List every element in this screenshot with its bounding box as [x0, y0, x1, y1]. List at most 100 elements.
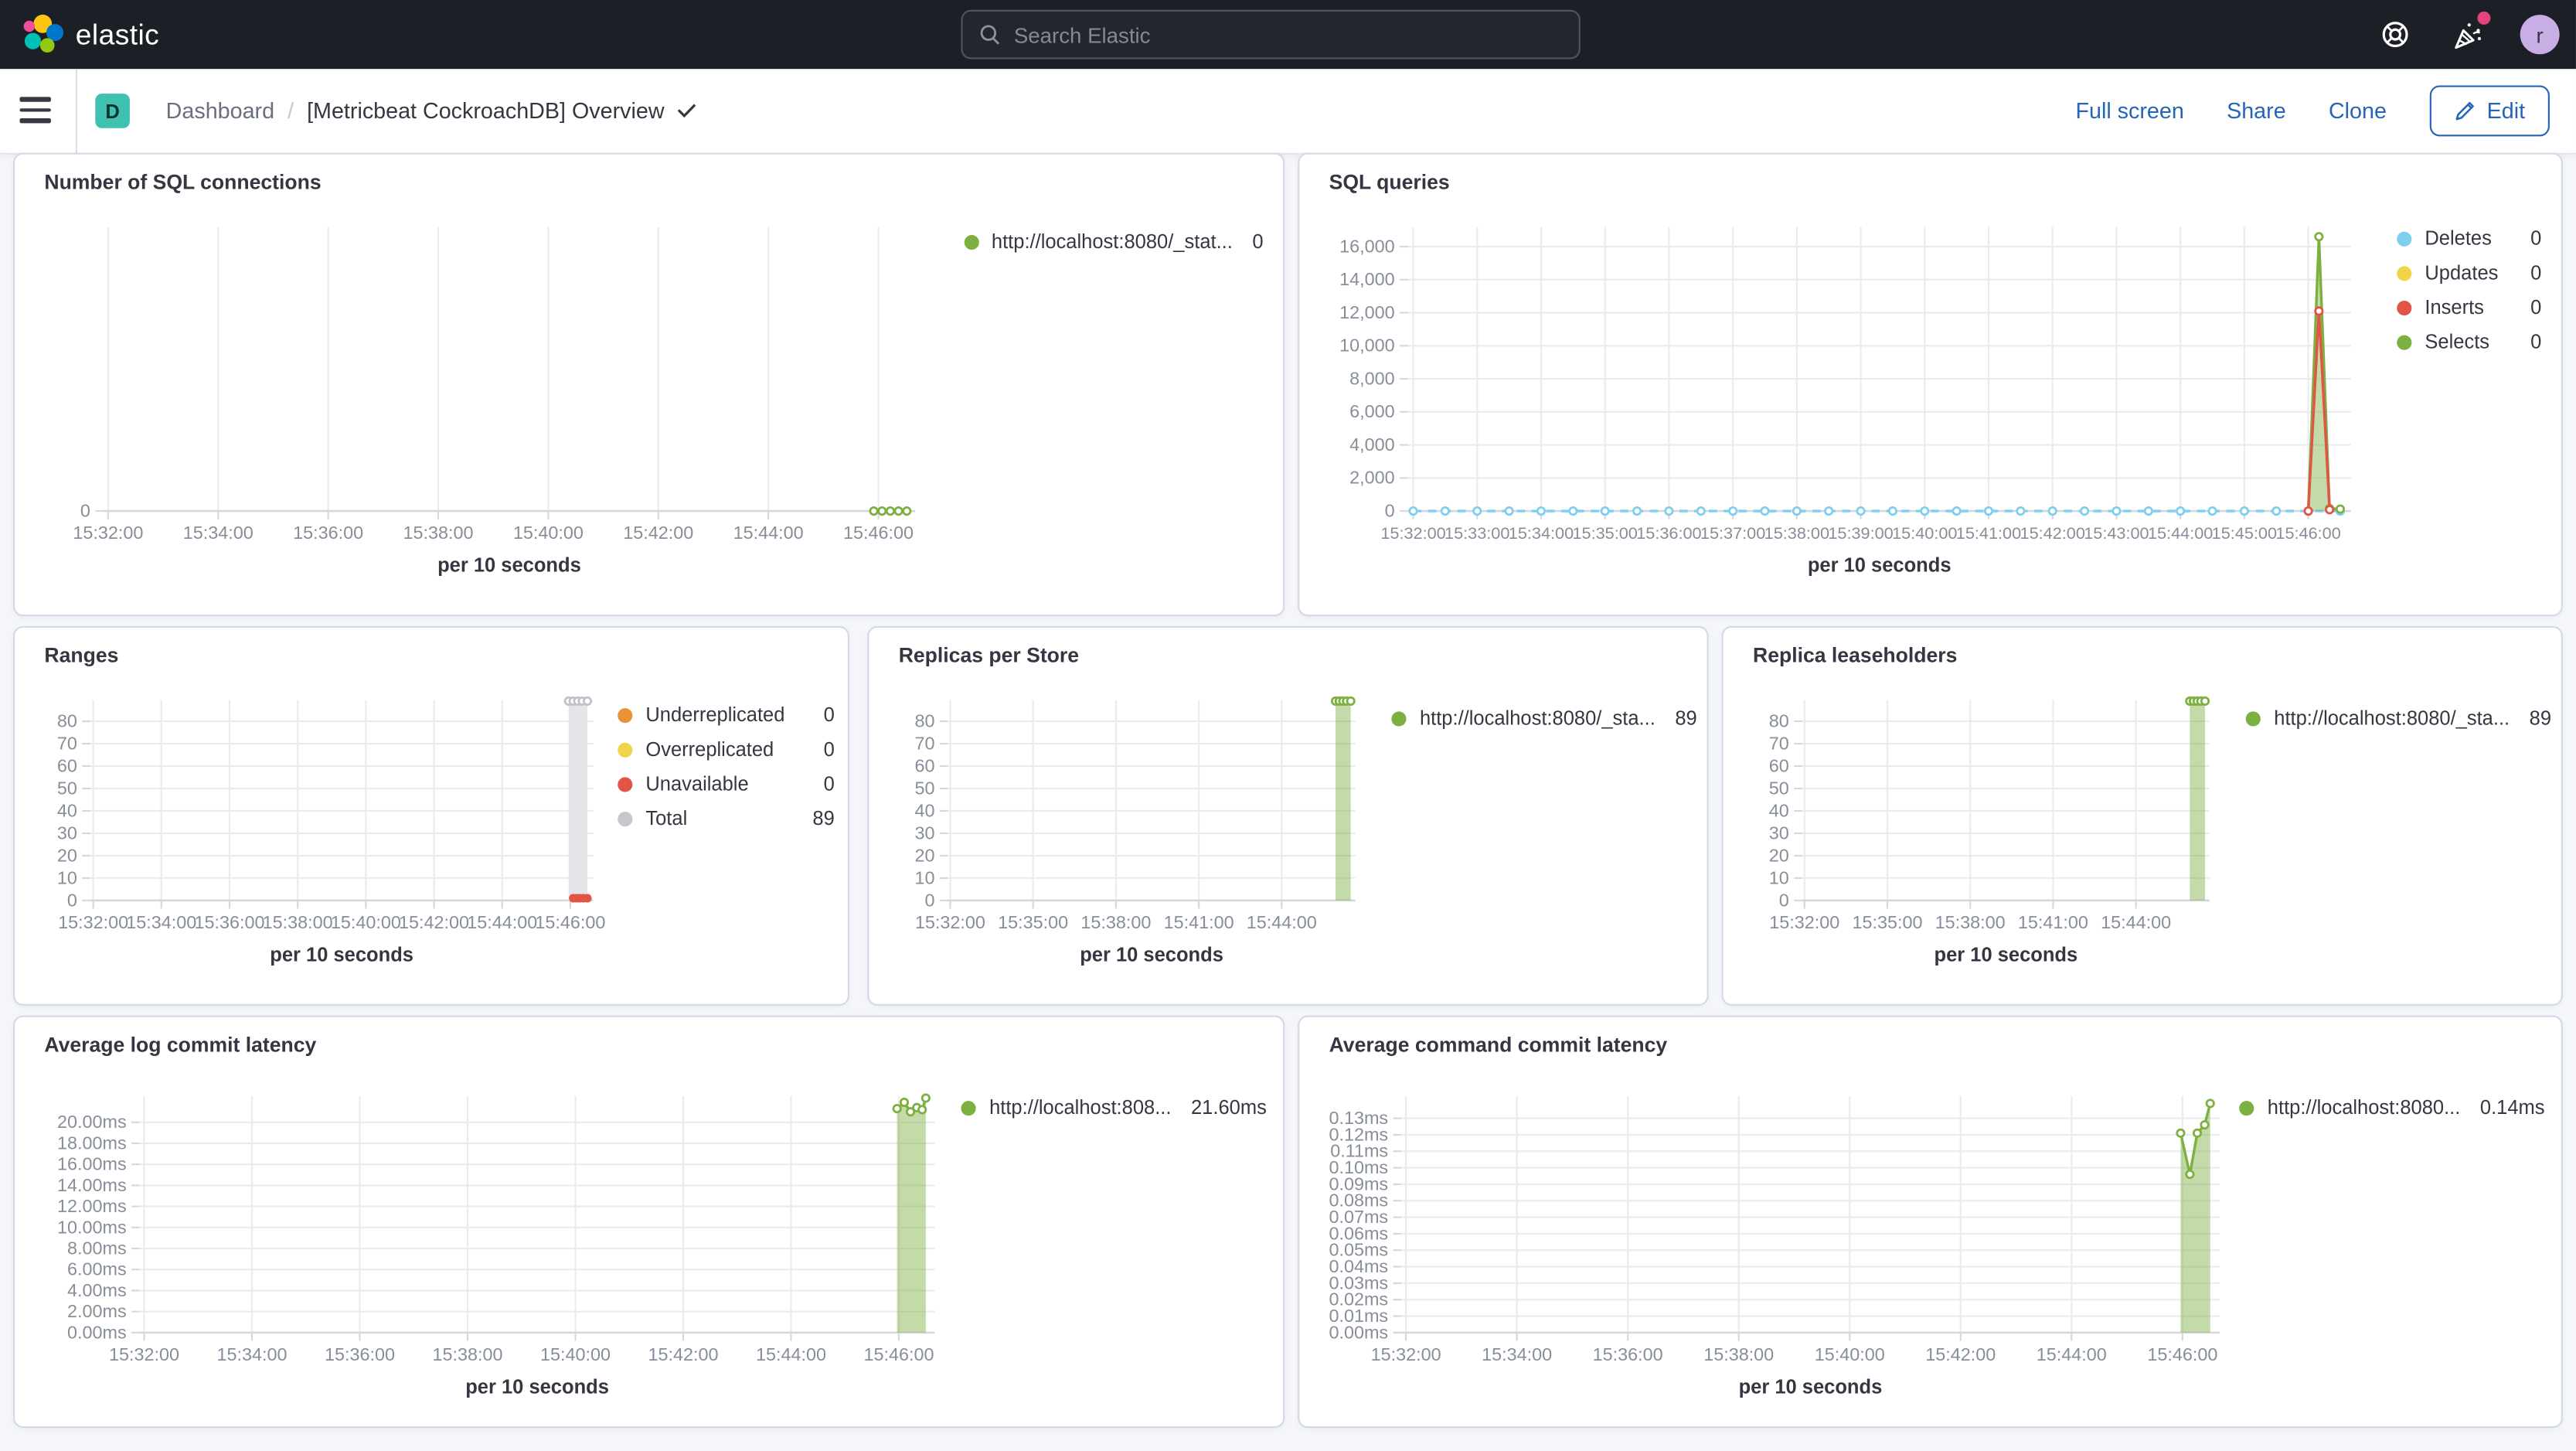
- legend-value: 0: [823, 703, 835, 727]
- svg-text:20: 20: [57, 845, 77, 865]
- panel-title[interactable]: Replicas per Store: [899, 644, 1079, 667]
- share-button[interactable]: Share: [2227, 99, 2286, 124]
- legend-item[interactable]: http://localhost:8080/_stat... 0: [963, 230, 1264, 253]
- svg-text:8.00ms: 8.00ms: [67, 1238, 127, 1258]
- legend-item[interactable]: Selects 0: [2397, 330, 2541, 353]
- svg-text:15:32:00: 15:32:00: [1769, 912, 1839, 932]
- svg-text:15:34:00: 15:34:00: [1509, 523, 1574, 543]
- legend-item[interactable]: Deletes 0: [2397, 227, 2541, 250]
- legend-item[interactable]: Underreplicated 0: [618, 703, 835, 727]
- legend-value: 0: [2530, 295, 2542, 319]
- svg-text:15:35:00: 15:35:00: [1852, 912, 1922, 932]
- panel-title[interactable]: Average log commit latency: [44, 1034, 316, 1057]
- svg-text:15:35:00: 15:35:00: [998, 912, 1068, 932]
- svg-text:0: 0: [67, 890, 77, 910]
- help-button[interactable]: [2376, 15, 2415, 54]
- svg-text:15:40:00: 15:40:00: [1892, 523, 1957, 543]
- chart-legend: http://localhost:8080/_stat... 0: [963, 230, 1264, 253]
- svg-text:15:39:00: 15:39:00: [1828, 523, 1893, 543]
- svg-text:15:46:00: 15:46:00: [843, 523, 914, 543]
- breadcrumb-dashboard-link[interactable]: Dashboard: [166, 99, 274, 124]
- svg-text:50: 50: [1769, 778, 1789, 798]
- legend-label: http://localhost:8080/_sta...: [2274, 707, 2510, 730]
- svg-text:50: 50: [57, 778, 77, 798]
- legend-item[interactable]: http://localhost:8080/_sta... 89: [1391, 707, 1697, 730]
- svg-text:80: 80: [1769, 710, 1789, 731]
- panel-title[interactable]: Average command commit latency: [1329, 1034, 1668, 1057]
- panel-title[interactable]: SQL queries: [1329, 171, 1450, 194]
- legend-label: Inserts: [2425, 295, 2484, 319]
- legend-dot-icon: [618, 707, 633, 723]
- legend-dot-icon: [961, 1100, 977, 1115]
- svg-text:40: 40: [914, 800, 934, 820]
- chart-canvas: 15:32:00 15:34:00 15:36:00 15:38:00 15:40:00…: [1312, 1083, 2232, 1420]
- panel-title[interactable]: Number of SQL connections: [44, 171, 321, 194]
- legend-item[interactable]: http://localhost:8080/_sta... 89: [2246, 707, 2551, 730]
- legend-item[interactable]: Updates 0: [2397, 261, 2541, 284]
- svg-text:18.00ms: 18.00ms: [57, 1133, 127, 1153]
- svg-text:15:46:00: 15:46:00: [2275, 523, 2340, 543]
- legend-value: 0: [823, 772, 835, 795]
- svg-text:15:40:00: 15:40:00: [331, 912, 401, 932]
- clone-button[interactable]: Clone: [2329, 99, 2387, 124]
- checkmark-icon[interactable]: [678, 104, 698, 118]
- panel-average-command-commit-latency: Average command commit latency http://lo…: [1298, 1015, 2563, 1429]
- svg-text:15:44:00: 15:44:00: [2101, 912, 2171, 932]
- svg-text:20: 20: [914, 845, 934, 865]
- notification-dot: [2477, 11, 2491, 25]
- life-ring-icon: [2382, 22, 2408, 48]
- panel-title[interactable]: Ranges: [44, 644, 118, 667]
- svg-text:15:43:00: 15:43:00: [2084, 523, 2149, 543]
- legend-value: 0: [2530, 261, 2542, 284]
- svg-text:2,000: 2,000: [1349, 468, 1395, 488]
- legend-dot-icon: [618, 810, 633, 826]
- svg-text:80: 80: [57, 710, 77, 731]
- news-button[interactable]: [2448, 11, 2491, 54]
- panel-title[interactable]: Replica leaseholders: [1753, 644, 1957, 667]
- global-search[interactable]: [961, 9, 1581, 60]
- svg-text:15:40:00: 15:40:00: [1815, 1344, 1885, 1364]
- svg-text:15:38:00: 15:38:00: [1764, 523, 1829, 543]
- svg-text:80: 80: [914, 710, 934, 731]
- svg-text:15:42:00: 15:42:00: [399, 912, 469, 932]
- legend-item[interactable]: http://localhost:8080... 0.14ms: [2239, 1096, 2545, 1119]
- svg-text:15:46:00: 15:46:00: [863, 1344, 934, 1364]
- svg-text:15:34:00: 15:34:00: [126, 912, 196, 932]
- legend-item[interactable]: http://localhost:808... 21.60ms: [961, 1096, 1267, 1119]
- legend-item[interactable]: Inserts 0: [2397, 295, 2542, 319]
- chart-legend: http://localhost:808... 21.60ms: [961, 1096, 1267, 1119]
- legend-item[interactable]: Total 89: [618, 807, 835, 829]
- legend-dot-icon: [2397, 334, 2412, 349]
- chart-legend: http://localhost:8080... 0.14ms: [2239, 1096, 2545, 1119]
- legend-value: 0: [2530, 227, 2542, 250]
- svg-text:15:35:00: 15:35:00: [1572, 523, 1637, 543]
- svg-text:per 10 seconds: per 10 seconds: [1808, 555, 1952, 577]
- hamburger-menu-icon[interactable]: [19, 90, 60, 130]
- legend-value: 0: [823, 737, 835, 761]
- legend-item[interactable]: Overreplicated 0: [618, 737, 835, 761]
- kibana-app: elastic Search Elastic r D Dashboard / […: [0, 0, 2576, 1451]
- svg-text:60: 60: [914, 755, 934, 775]
- svg-text:4.00ms: 4.00ms: [67, 1280, 127, 1300]
- legend-label: Selects: [2425, 330, 2490, 354]
- chart-canvas: 15:32:00 15:34:00 15:36:00 15:38:00 15:40:00…: [31, 687, 605, 983]
- elastic-logo[interactable]: elastic: [22, 13, 160, 56]
- legend-item[interactable]: Unavailable 0: [618, 772, 835, 795]
- dashboard-grid: Number of SQL connections http://localho…: [0, 152, 2576, 1451]
- svg-text:15:38:00: 15:38:00: [1080, 912, 1151, 932]
- svg-text:0.13ms: 0.13ms: [1329, 1108, 1388, 1128]
- svg-text:0: 0: [1385, 501, 1395, 521]
- legend-label: Updates: [2425, 261, 2499, 284]
- svg-text:16,000: 16,000: [1339, 236, 1395, 256]
- full-screen-button[interactable]: Full screen: [2075, 99, 2183, 124]
- logo-text: elastic: [75, 17, 160, 50]
- svg-text:15:38:00: 15:38:00: [1703, 1344, 1774, 1364]
- search-input[interactable]: [1013, 22, 1563, 47]
- svg-text:10: 10: [1769, 867, 1789, 887]
- user-avatar[interactable]: r: [2520, 15, 2560, 55]
- edit-button[interactable]: Edit: [2429, 85, 2550, 137]
- svg-text:70: 70: [57, 733, 77, 753]
- svg-text:60: 60: [57, 755, 77, 775]
- legend-dot-icon: [963, 233, 978, 250]
- svg-text:6,000: 6,000: [1349, 401, 1395, 421]
